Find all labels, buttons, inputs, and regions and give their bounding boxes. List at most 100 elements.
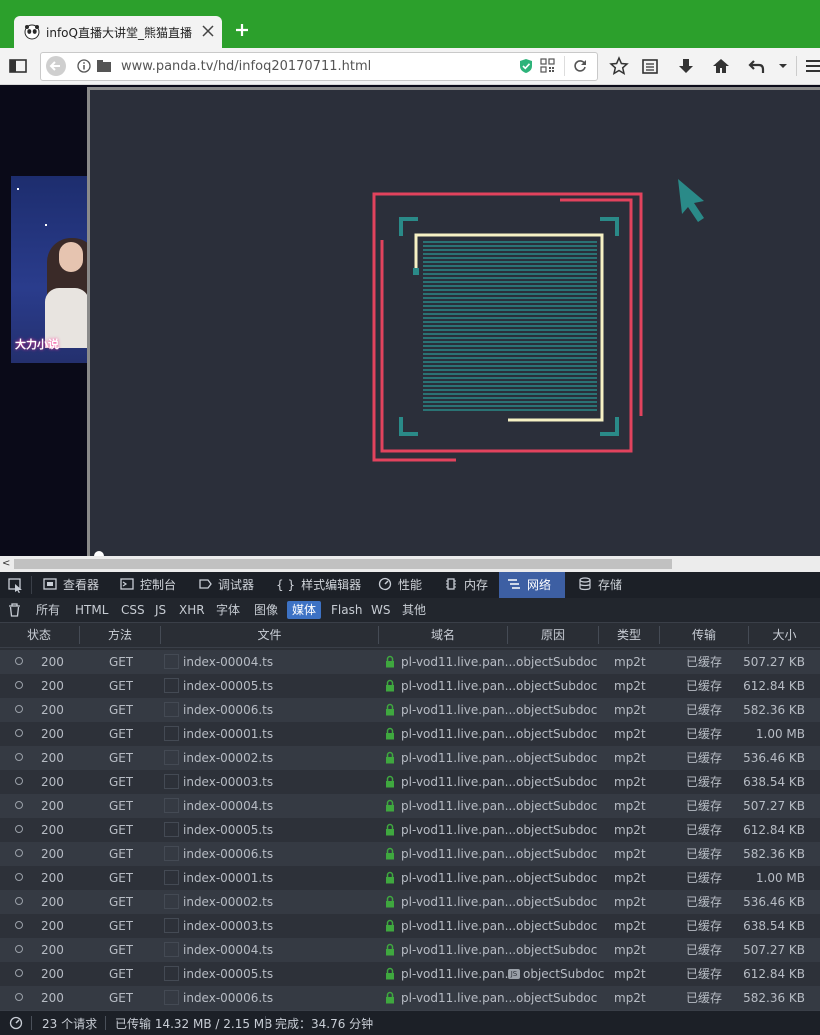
undo-icon[interactable] — [747, 56, 767, 76]
toolbar-divider — [31, 576, 32, 594]
row-method: GET — [109, 943, 134, 957]
file-thumbnail — [164, 870, 179, 885]
filter-ws[interactable]: WS — [366, 601, 395, 619]
row-cause: objectSubdoc — [516, 679, 598, 693]
tab-style-editor[interactable]: { } 样式编辑器 — [268, 572, 376, 598]
sidebar-icon[interactable] — [8, 56, 28, 76]
reload-icon[interactable] — [573, 59, 587, 73]
row-file: index-00004.ts — [183, 799, 274, 813]
row-type: mp2t — [614, 799, 646, 813]
column-domain[interactable]: 域名 — [379, 623, 507, 647]
table-row[interactable]: 200 GET index-00006.ts pl-vod11.live.pan...… — [0, 698, 820, 722]
filter-css[interactable]: CSS — [116, 601, 150, 619]
performance-icon — [378, 577, 392, 591]
lock-icon — [386, 943, 394, 956]
browser-tab[interactable]: infoQ直播大讲堂_熊猫直播 — [14, 16, 222, 48]
star-icon[interactable] — [609, 56, 629, 76]
filter-media[interactable]: 媒体 — [287, 601, 322, 619]
console-icon — [120, 578, 134, 590]
row-file: index-00002.ts — [183, 751, 274, 765]
row-cause: objectSubdoc — [516, 751, 598, 765]
row-status: 200 — [41, 775, 64, 789]
row-method: GET — [109, 871, 134, 885]
row-transferred: 已缓存 — [686, 823, 723, 837]
row-file: index-00006.ts — [183, 847, 274, 861]
table-row[interactable]: 200 GET index-00006.ts pl-vod11.live.pan...… — [0, 842, 820, 866]
table-row[interactable]: 200 GET index-00006.ts pl-vod11.live.pan...… — [0, 986, 820, 1010]
star-sparkle — [17, 188, 19, 190]
table-row[interactable]: 200 GET index-00003.ts pl-vod11.live.pan...… — [0, 770, 820, 794]
table-row[interactable]: 200 GET index-00004.ts pl-vod11.live.pan...… — [0, 938, 820, 962]
tab-memory[interactable]: 内存 — [436, 572, 506, 598]
column-status[interactable]: 状态 — [8, 623, 70, 647]
status-dot-icon — [15, 657, 23, 665]
lock-icon — [386, 823, 394, 836]
tab-inspector[interactable]: 查看器 — [35, 572, 119, 598]
back-icon[interactable] — [45, 55, 67, 77]
scrollbar-thumb[interactable] — [14, 559, 672, 569]
shield-icon[interactable] — [519, 58, 533, 74]
trash-icon[interactable] — [8, 603, 21, 617]
table-row[interactable]: 200 GET index-00005.ts pl-vod11.live.pan...… — [0, 962, 820, 986]
filter-other[interactable]: 其他 — [397, 601, 431, 619]
table-row[interactable]: 200 GET index-00004.ts pl-vod11.live.pan...… — [0, 794, 820, 818]
filter-all[interactable]: 所有 — [31, 601, 65, 619]
tab-storage[interactable]: 存储 — [570, 572, 638, 598]
column-type[interactable]: 类型 — [599, 623, 659, 647]
row-size: 638.54 KB — [743, 775, 805, 789]
tab-debugger-label: 调试器 — [218, 578, 255, 592]
row-file: index-00003.ts — [183, 775, 274, 789]
column-method[interactable]: 方法 — [80, 623, 160, 647]
column-cause[interactable]: 原因 — [508, 623, 598, 647]
cursor-icon — [678, 179, 704, 222]
filter-xhr[interactable]: XHR — [174, 601, 210, 619]
url-bar[interactable]: www.panda.tv/hd/infoq20170711.html — [40, 52, 598, 81]
pick-element-icon[interactable] — [8, 578, 23, 593]
row-size: 507.27 KB — [743, 943, 805, 957]
row-type: mp2t — [614, 775, 646, 789]
filter-images[interactable]: 图像 — [249, 601, 283, 619]
column-file[interactable]: 文件 — [161, 623, 378, 647]
table-row[interactable]: 200 GET index-00002.ts pl-vod11.live.pan...… — [0, 746, 820, 770]
filter-flash[interactable]: Flash — [326, 601, 367, 619]
network-table-body: 200 GET index-00004.ts pl-vod11.live.pan...… — [0, 650, 820, 1010]
menu-icon[interactable] — [804, 56, 820, 76]
tab-performance[interactable]: 性能 — [370, 572, 440, 598]
table-row[interactable]: 200 GET index-00003.ts pl-vod11.live.pan...… — [0, 914, 820, 938]
table-row[interactable]: 200 GET index-00005.ts pl-vod11.live.pan...… — [0, 674, 820, 698]
row-transferred: 已缓存 — [686, 703, 723, 717]
table-row[interactable]: 200 GET index-00004.ts pl-vod11.live.pan...… — [0, 650, 820, 674]
performance-analysis-icon[interactable] — [9, 1016, 23, 1030]
info-icon[interactable] — [77, 59, 91, 73]
tab-memory-label: 内存 — [464, 578, 489, 592]
reading-list-icon[interactable] — [640, 56, 660, 76]
video-player[interactable] — [87, 87, 820, 561]
column-transferred[interactable]: 传输 — [660, 623, 748, 647]
horizontal-scrollbar[interactable]: < — [0, 556, 820, 572]
row-status: 200 — [41, 655, 64, 669]
tab-debugger[interactable]: 调试器 — [190, 572, 276, 598]
filter-js[interactable]: JS — [150, 601, 171, 619]
table-row[interactable]: 200 GET index-00005.ts pl-vod11.live.pan...… — [0, 818, 820, 842]
loading-stripes — [423, 241, 597, 411]
row-cause: objectSubdoc — [516, 943, 598, 957]
table-row[interactable]: 200 GET index-00002.ts pl-vod11.live.pan...… — [0, 890, 820, 914]
filter-fonts[interactable]: 字体 — [211, 601, 245, 619]
table-row[interactable]: 200 GET index-00001.ts pl-vod11.live.pan...… — [0, 866, 820, 890]
plus-icon[interactable] — [234, 22, 250, 38]
qr-icon[interactable] — [540, 58, 555, 73]
scroll-left-arrow-icon[interactable]: < — [2, 558, 12, 570]
row-transferred: 已缓存 — [686, 679, 723, 693]
chevron-down-icon[interactable] — [776, 56, 790, 76]
thumbnail-logo: 大力小说 — [15, 338, 59, 351]
close-icon[interactable] — [200, 23, 216, 39]
streamer-thumbnail[interactable]: 大力小说 — [11, 176, 87, 363]
tab-network[interactable]: 网络 — [499, 572, 565, 598]
column-size[interactable]: 大小 — [749, 623, 820, 647]
table-row[interactable]: 200 GET index-00001.ts pl-vod11.live.pan...… — [0, 722, 820, 746]
home-icon[interactable] — [711, 56, 731, 76]
filter-html[interactable]: HTML — [70, 601, 113, 619]
download-icon[interactable] — [676, 56, 696, 76]
row-status: 200 — [41, 751, 64, 765]
tab-console[interactable]: 控制台 — [112, 572, 196, 598]
